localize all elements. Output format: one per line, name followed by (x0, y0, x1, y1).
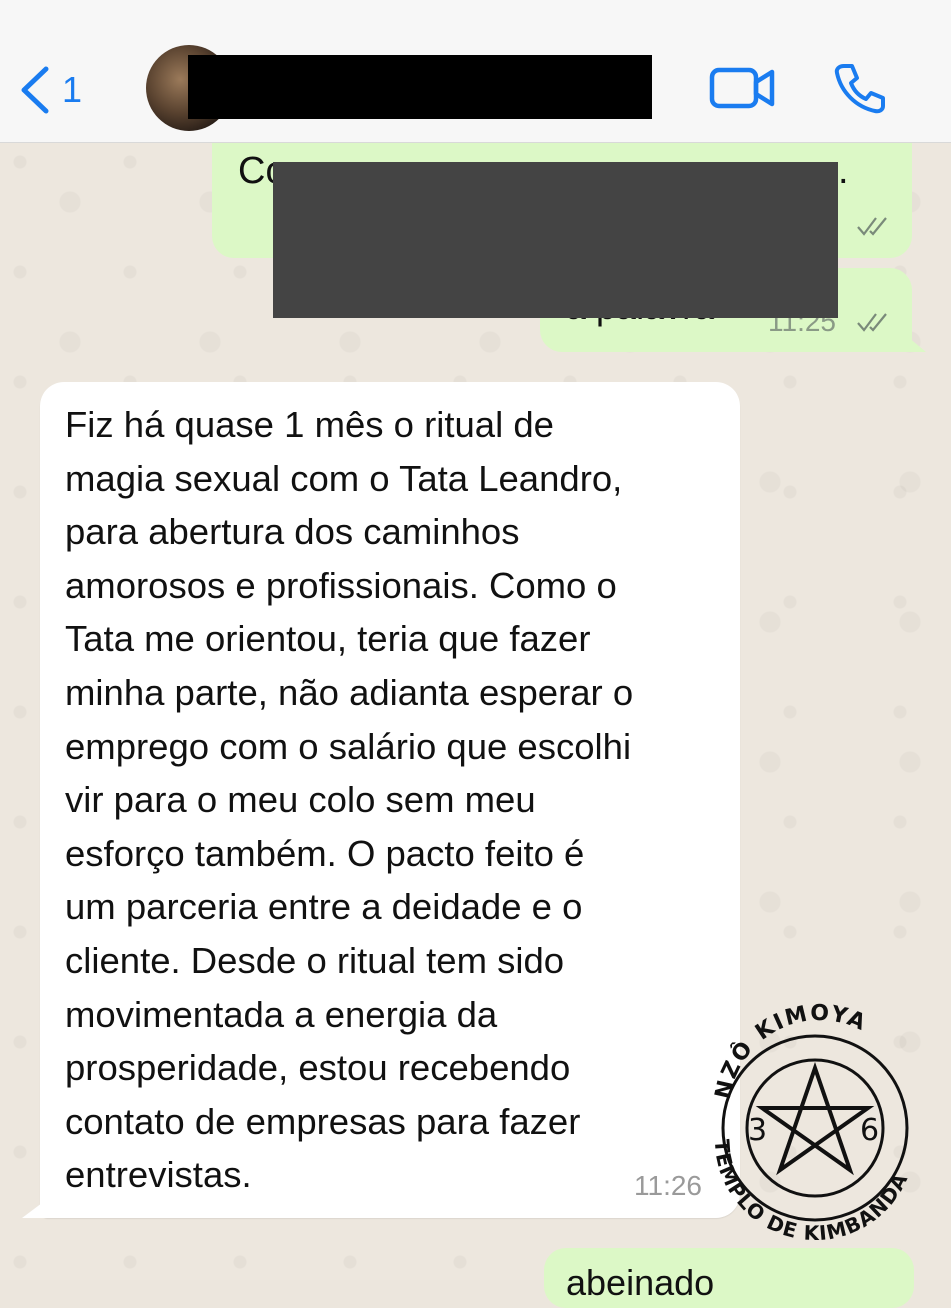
chevron-left-icon (21, 66, 49, 114)
svg-text:NZÔ KIMOYA: NZÔ KIMOYA (711, 1001, 871, 1101)
message-time: 11:26 (634, 1170, 702, 1201)
message-text: abeinado (566, 1262, 715, 1303)
svg-text:TEMPLO DE KIMBANDA: TEMPLO DE KIMBANDA (710, 1139, 913, 1240)
phone-icon[interactable] (832, 60, 888, 116)
video-call-icon[interactable] (708, 62, 778, 114)
chat-header: 1 (0, 0, 951, 143)
temple-seal-watermark: NZÔ KIMOYA 3 6 TEMPLO DE KIMBANDA (710, 1001, 913, 1240)
message-text: . (838, 150, 849, 192)
message-text: Fiz há quase 1 mês o ritual de magia sex… (65, 404, 634, 1196)
redaction-block (273, 162, 838, 318)
back-button[interactable]: 1 (18, 62, 108, 118)
unread-count: 1 (62, 69, 83, 110)
svg-text:6: 6 (860, 1113, 879, 1148)
svg-text:3: 3 (748, 1113, 767, 1148)
read-double-check-icon (857, 217, 887, 236)
contact-name-redacted[interactable] (188, 55, 652, 119)
read-double-check-icon (857, 313, 887, 332)
